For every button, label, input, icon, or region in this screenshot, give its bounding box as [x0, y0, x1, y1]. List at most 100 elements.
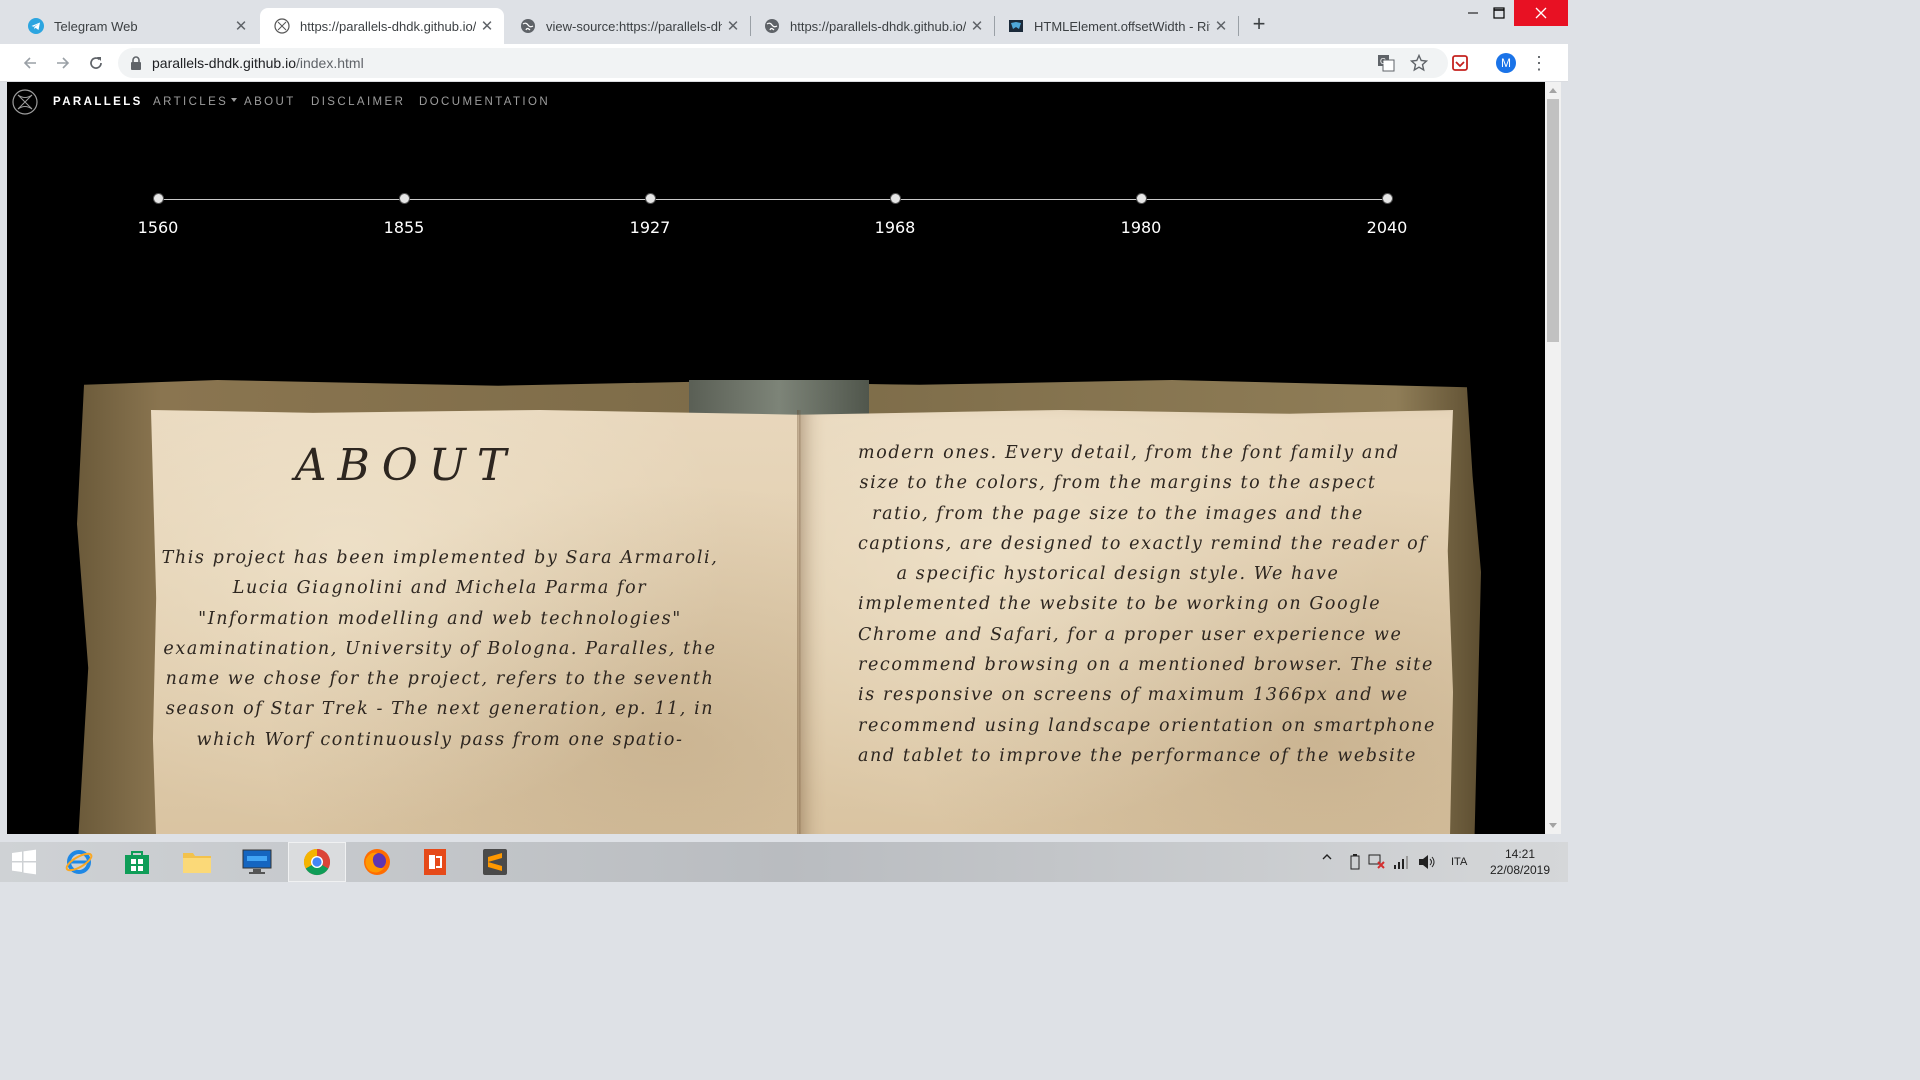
timeline-dot[interactable] [1135, 193, 1147, 204]
browser-menu-icon[interactable]: ⋮ [1530, 52, 1548, 74]
system-clock[interactable]: 14:21 22/08/2019 [1478, 846, 1562, 878]
back-button[interactable] [18, 51, 42, 75]
timeline-item[interactable]: 1968 [855, 193, 935, 237]
clock-date: 22/08/2019 [1489, 863, 1551, 877]
network-disconnected-icon[interactable] [1368, 854, 1386, 873]
tab-mdn[interactable]: HTMLElement.offsetWidth - Riferimento ✕ [994, 8, 1238, 44]
close-tab-icon[interactable]: ✕ [966, 17, 988, 35]
show-hidden-icons-button[interactable] [1322, 852, 1332, 865]
windows-logo-icon [12, 849, 36, 875]
timeline-dot[interactable] [152, 193, 164, 204]
volume-icon[interactable] [1418, 854, 1436, 873]
firefox-icon[interactable] [348, 842, 406, 882]
timeline-item[interactable]: 1560 [118, 193, 198, 237]
timeline-dot[interactable] [644, 193, 656, 204]
text-line: size to the colors, from the margins to … [859, 473, 1377, 494]
timeline-dot[interactable] [1381, 193, 1393, 204]
brand-link[interactable]: PARALLELS [53, 96, 143, 108]
mdn-icon [1008, 18, 1024, 34]
timeline-item[interactable]: 1927 [610, 193, 690, 237]
input-language[interactable]: ITA [1451, 856, 1467, 868]
chrome-icon[interactable] [288, 842, 346, 882]
reload-button[interactable] [84, 51, 108, 75]
globe-icon [764, 18, 780, 34]
tab-title: Telegram Web [54, 18, 138, 34]
timeline-dot[interactable] [398, 193, 410, 204]
close-window-button[interactable] [1514, 0, 1568, 26]
timeline-item[interactable]: 1980 [1101, 193, 1181, 237]
profile-avatar[interactable]: M [1496, 53, 1516, 73]
caret-down-icon [231, 97, 238, 102]
extension-button[interactable] [1449, 52, 1471, 74]
maximize-icon [1493, 7, 1505, 19]
scrollbar-thumb[interactable] [1547, 99, 1559, 342]
internet-explorer-icon[interactable] [50, 842, 108, 882]
bookmark-button[interactable] [1408, 52, 1430, 74]
tab-telegram[interactable]: Telegram Web ✕ [14, 8, 258, 44]
tab-js[interactable]: https://parallels-dhdk.github.io/js ✕ [750, 8, 994, 44]
parallels-logo-icon[interactable] [12, 89, 38, 115]
close-tab-icon[interactable]: ✕ [230, 17, 252, 35]
timeline-year[interactable]: 1855 [364, 218, 444, 237]
globe-icon [520, 18, 536, 34]
scroll-up-icon[interactable] [1549, 88, 1557, 93]
url-path: /index.html [295, 55, 364, 71]
tab-parallels[interactable]: https://parallels-dhdk.github.io/index.h… [260, 8, 504, 44]
nav-documentation[interactable]: DOCUMENTATION [419, 96, 550, 108]
text-line: ratio, from the page size to the images … [872, 503, 1364, 524]
timeline-year[interactable]: 1968 [855, 218, 935, 237]
close-tab-icon[interactable]: ✕ [722, 17, 744, 35]
timeline-item[interactable]: 2040 [1347, 193, 1427, 237]
url-host: parallels-dhdk.github.io [152, 55, 296, 71]
new-tab-button[interactable]: + [1248, 13, 1270, 36]
text-line: implemented the website to be working on… [858, 594, 1382, 615]
timeline-year[interactable]: 1980 [1101, 218, 1181, 237]
timeline-year[interactable]: 2040 [1347, 218, 1427, 237]
arrow-left-icon [23, 57, 36, 69]
text-line: This project has been implemented by Sar… [161, 548, 719, 568]
text-line: which Worf continuously pass from one sp… [196, 729, 684, 750]
nav-articles[interactable]: ARTICLES [153, 96, 238, 108]
file-explorer-icon[interactable] [168, 842, 226, 882]
sublime-text-icon[interactable] [466, 842, 524, 882]
book-spine [689, 380, 869, 416]
about-heading: ABOUT [294, 440, 518, 491]
timeline-year[interactable]: 1560 [118, 218, 198, 237]
store-icon[interactable] [108, 842, 166, 882]
text-line: "Information modelling and web technolog… [198, 608, 682, 629]
lenovo-icon[interactable] [228, 842, 286, 882]
clock-time: 14:21 [1504, 847, 1536, 861]
battery-icon[interactable] [1350, 854, 1360, 873]
timeline-dot[interactable] [889, 193, 901, 204]
vertical-scrollbar[interactable] [1545, 82, 1561, 834]
text-line: modern ones. Every detail, from the font… [858, 443, 1400, 463]
translate-button[interactable]: G [1375, 52, 1397, 74]
tab-title: https://parallels-dhdk.github.io/index.h… [300, 18, 476, 34]
office-icon[interactable] [406, 842, 464, 882]
text-line: examinatination, University of Bologna. … [163, 638, 717, 659]
nav-articles-label: ARTICLES [153, 96, 229, 108]
star-icon [1410, 54, 1428, 72]
close-tab-icon[interactable]: ✕ [476, 17, 498, 35]
scroll-down-icon[interactable] [1549, 823, 1557, 828]
window-frame-right [1561, 82, 1568, 834]
tab-title: view-source:https://parallels-dhdk.githu… [546, 18, 722, 34]
about-text-left: This project has been implemented by Sar… [160, 543, 720, 755]
forward-button[interactable] [51, 51, 75, 75]
url-text: parallels-dhdk.github.io/index.html [152, 55, 364, 71]
timeline-year[interactable]: 1927 [610, 218, 690, 237]
nav-about[interactable]: ABOUT [244, 96, 296, 108]
reload-icon [90, 57, 102, 69]
close-tab-icon[interactable]: ✕ [1210, 17, 1232, 35]
signal-icon[interactable] [1393, 856, 1409, 873]
nav-disclaimer[interactable]: DISCLAIMER [311, 96, 405, 108]
timeline-line [158, 199, 1387, 200]
book-gutter [797, 410, 801, 834]
tab-view-source[interactable]: view-source:https://parallels-dhdk.githu… [506, 8, 750, 44]
start-button[interactable] [0, 842, 48, 882]
svg-text:G: G [1380, 57, 1386, 66]
parallels-favicon [274, 18, 290, 34]
tab-separator [1238, 16, 1239, 36]
timeline-item[interactable]: 1855 [364, 193, 444, 237]
address-bar[interactable]: parallels-dhdk.github.io/index.html [118, 48, 1448, 78]
